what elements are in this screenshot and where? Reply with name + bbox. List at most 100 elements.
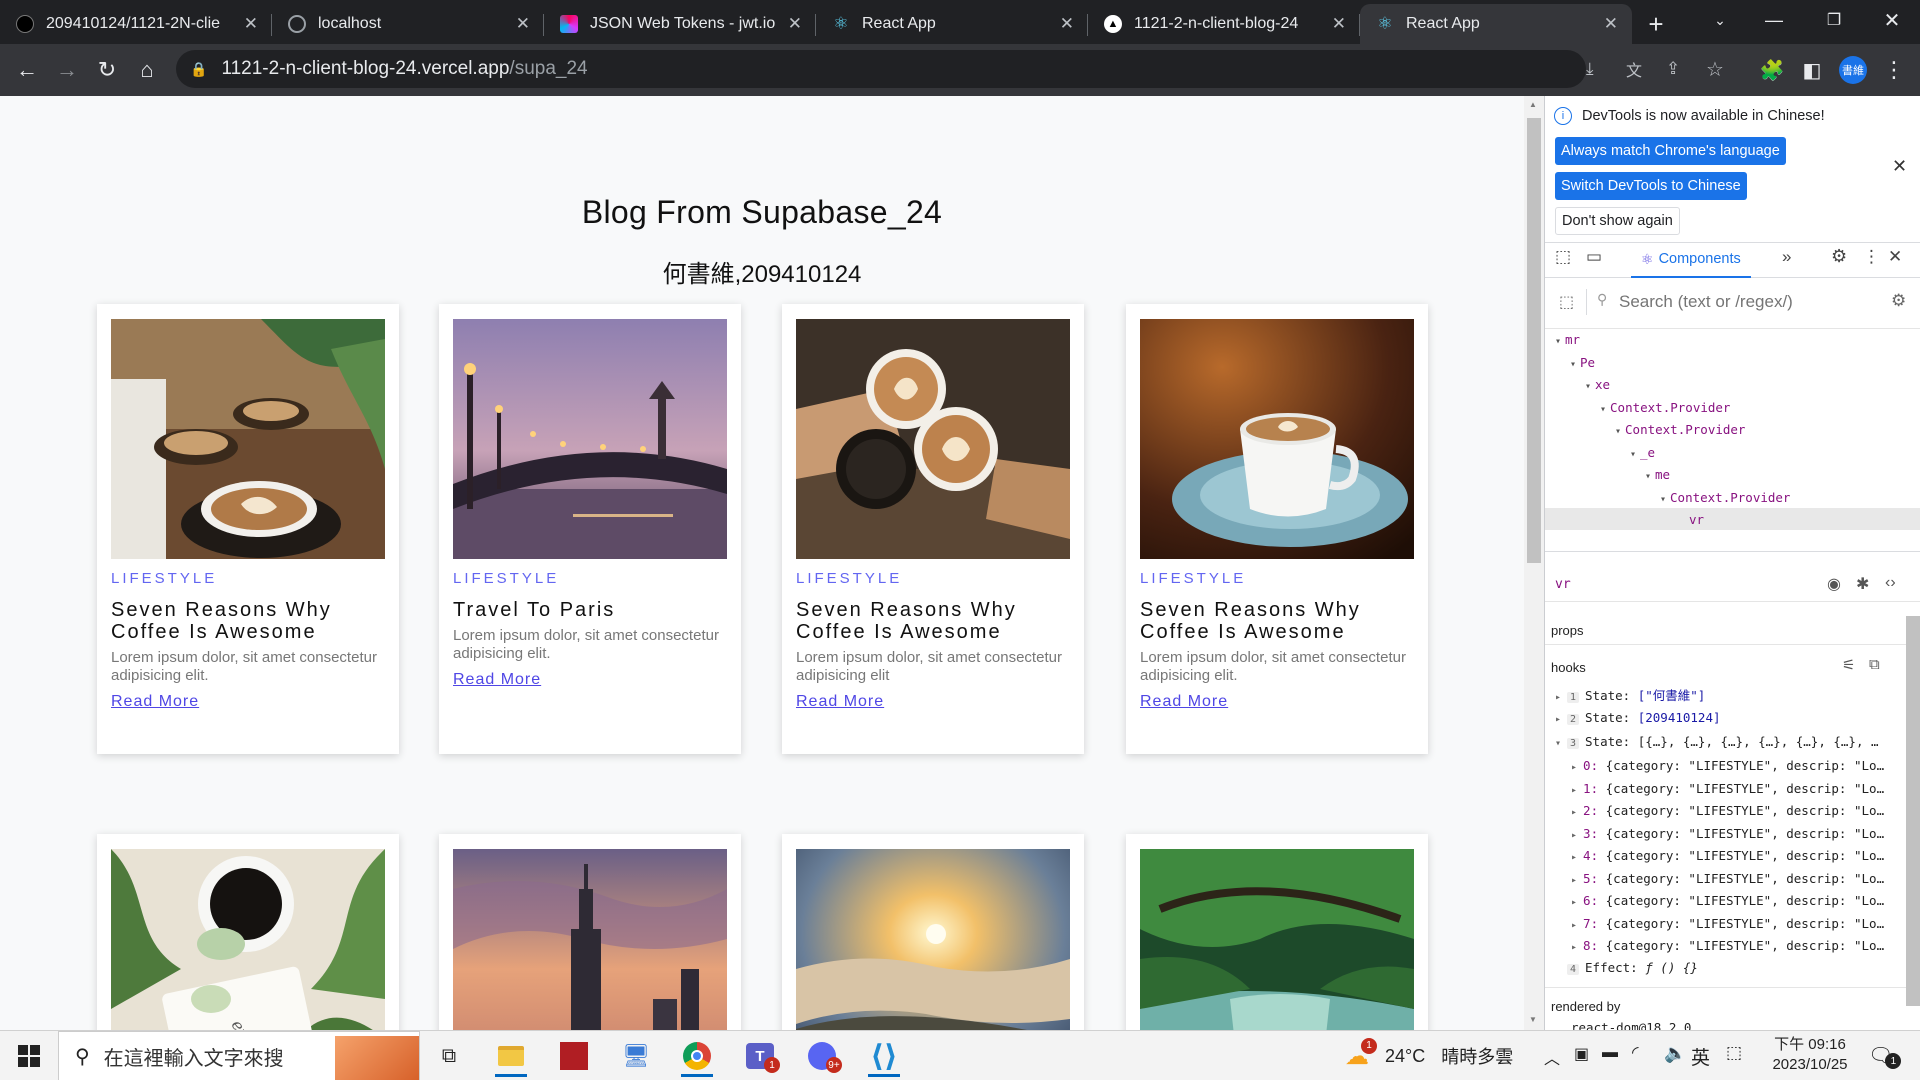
install-app-icon[interactable]: ⤓ — [1586, 59, 1594, 79]
ime-indicator[interactable]: 英 — [1691, 1043, 1710, 1070]
vscode-icon[interactable]: ⟨⟩ — [860, 1035, 908, 1077]
state-array-item[interactable]: ▸ 6: {category: "LIFESTYLE", descrip: "L… — [1571, 893, 1884, 908]
task-view-icon[interactable]: ⧉ — [425, 1035, 473, 1077]
tree-node[interactable]: ▾ Context.Provider — [1615, 422, 1745, 437]
teams-icon[interactable]: T1 — [736, 1035, 784, 1077]
new-tab-button[interactable]: + — [1636, 4, 1676, 44]
show-hidden-icons-chevron[interactable]: ︿ — [1544, 1045, 1560, 1069]
state-array-item[interactable]: ▸ 8: {category: "LIFESTYLE", descrip: "L… — [1571, 938, 1884, 953]
copy-icon[interactable]: ⧉ — [1869, 656, 1880, 673]
chrome-icon[interactable] — [673, 1035, 721, 1077]
device-toolbar-icon[interactable]: ▭ — [1586, 247, 1602, 267]
state-array-item[interactable]: ▸ 3: {category: "LIFESTYLE", descrip: "L… — [1571, 826, 1884, 841]
close-tab-icon[interactable]: ✕ — [1060, 14, 1074, 34]
inspect-element-icon[interactable]: ⬚ — [1555, 247, 1571, 267]
view-source-icon[interactable]: ‹› — [1885, 574, 1896, 592]
match-language-button[interactable]: Always match Chrome's language — [1555, 137, 1786, 165]
close-tab-icon[interactable]: ✕ — [788, 14, 802, 34]
hook-row[interactable]: 4 Effect: ƒ () {} — [1555, 960, 1698, 975]
tab-github[interactable]: 209410124/1121-2N-clie ✕ — [0, 4, 272, 44]
read-more-link[interactable]: Read More — [111, 693, 199, 711]
scroll-up-arrow[interactable]: ▲ — [1529, 100, 1537, 109]
select-component-icon[interactable]: ⬚ — [1559, 292, 1574, 312]
tab-vercel[interactable]: ▲ 1121-2-n-client-blog-24 ✕ — [1088, 4, 1360, 44]
read-more-link[interactable]: Read More — [453, 671, 541, 689]
computer-icon[interactable]: 🖥 — [612, 1035, 660, 1077]
battery-icon[interactable]: ▬ — [1602, 1044, 1618, 1062]
tree-node[interactable]: ▾ Pe — [1570, 355, 1595, 370]
volume-icon[interactable]: 🔈 — [1664, 1043, 1686, 1064]
close-devtools-icon[interactable]: ✕ — [1888, 247, 1902, 267]
tree-node[interactable]: ▾ _e — [1630, 445, 1655, 460]
weather-widget[interactable]: ☁ 1 24°C 晴時多雲 — [1345, 1031, 1513, 1080]
switch-language-button[interactable]: Switch DevTools to Chinese — [1555, 172, 1747, 200]
devtools-menu-icon[interactable]: ⋮ — [1863, 247, 1880, 267]
scroll-down-arrow[interactable]: ▼ — [1529, 1015, 1537, 1024]
tree-node[interactable]: ▾ Context.Provider — [1600, 400, 1730, 415]
dont-show-again-button[interactable]: Don't show again — [1555, 207, 1680, 235]
state-array-item[interactable]: ▸ 7: {category: "LIFESTYLE", descrip: "L… — [1571, 916, 1884, 931]
forward-button[interactable]: → — [47, 50, 87, 90]
maximize-button[interactable]: ❐ — [1806, 0, 1862, 40]
windows-start-icon[interactable] — [18, 1045, 40, 1067]
state-array-item[interactable]: ▸ 0: {category: "LIFESTYLE", descrip: "L… — [1571, 758, 1884, 773]
tree-node[interactable]: ▾ Context.Provider — [1660, 490, 1790, 505]
tree-node[interactable]: ▾ xe — [1585, 377, 1610, 392]
devtools-settings-icon[interactable]: ⚙ — [1831, 246, 1847, 267]
state-array-item[interactable]: ▸ 4: {category: "LIFESTYLE", descrip: "L… — [1571, 848, 1884, 863]
side-panel-icon[interactable]: ◧ — [1792, 50, 1832, 90]
state-array-item[interactable]: ▸ 2: {category: "LIFESTYLE", descrip: "L… — [1571, 803, 1884, 818]
meet-now-icon[interactable]: ▣ — [1574, 1044, 1589, 1064]
read-more-link[interactable]: Read More — [796, 693, 884, 711]
close-tab-icon[interactable]: ✕ — [244, 14, 258, 34]
browser-menu-icon[interactable]: ⋮ — [1874, 50, 1914, 90]
page-scrollbar-thumb[interactable] — [1527, 118, 1541, 563]
ime-mode-icon[interactable]: ⬚ — [1726, 1043, 1742, 1063]
hook-row[interactable]: ▸ 2 State: [209410124] — [1555, 710, 1721, 725]
tab-jwt[interactable]: JSON Web Tokens - jwt.io ✕ — [544, 4, 816, 44]
debug-bug-icon[interactable]: ✱ — [1856, 574, 1869, 594]
close-tab-icon[interactable]: ✕ — [516, 14, 530, 34]
tree-node[interactable]: ▾ me — [1645, 467, 1670, 482]
close-tab-icon[interactable]: ✕ — [1604, 14, 1618, 34]
reload-button[interactable]: ↻ — [87, 50, 127, 90]
share-icon[interactable]: ⇪ — [1666, 59, 1680, 79]
minimize-button[interactable]: — — [1746, 0, 1802, 40]
notification-icon[interactable]: 🗨 1 — [1868, 1043, 1902, 1069]
vscode-logo: ⟨⟩ — [870, 1039, 898, 1073]
state-array-item[interactable]: ▸ 5: {category: "LIFESTYLE", descrip: "L… — [1571, 871, 1884, 886]
tab-search-icon[interactable]: ⌄ — [1692, 0, 1748, 40]
app-red-icon[interactable] — [550, 1035, 598, 1077]
file-explorer-icon[interactable] — [487, 1035, 535, 1077]
address-bar[interactable]: 🔒 1121-2-n-client-blog-24.vercel.app/sup… — [176, 50, 1724, 88]
taskbar-search-box[interactable]: ⚲ 在這裡輸入文字來搜 — [58, 1031, 420, 1080]
more-tabs-icon[interactable]: » — [1782, 247, 1791, 267]
state-array-item[interactable]: ▸ 1: {category: "LIFESTYLE", descrip: "L… — [1571, 781, 1884, 796]
component-settings-icon[interactable]: ⚙ — [1891, 291, 1906, 311]
read-more-link[interactable]: Read More — [1140, 693, 1228, 711]
tab-react-app-active[interactable]: ⚛ React App ✕ — [1360, 4, 1632, 44]
profile-avatar[interactable]: 書維 — [1839, 56, 1867, 84]
bookmark-star-icon[interactable]: ☆ — [1706, 57, 1724, 82]
hook-row[interactable]: ▾ 3 State: [{…}, {…}, {…}, {…}, {…}, {…}, … — [1555, 734, 1879, 749]
tab-components[interactable]: ⚛ Components — [1631, 242, 1751, 278]
extensions-icon[interactable]: 🧩 — [1752, 50, 1792, 90]
wifi-icon[interactable]: ◜ — [1632, 1043, 1639, 1063]
back-button[interactable]: ← — [7, 50, 47, 90]
close-window-button[interactable]: ✕ — [1864, 0, 1920, 40]
close-banner-icon[interactable]: ✕ — [1892, 156, 1907, 177]
close-tab-icon[interactable]: ✕ — [1332, 14, 1346, 34]
tab-localhost[interactable]: localhost ✕ — [272, 4, 544, 44]
parse-hook-names-icon[interactable]: ⚟ — [1842, 656, 1855, 674]
inspect-dom-eye-icon[interactable]: ◉ — [1827, 574, 1841, 594]
component-search-input[interactable] — [1619, 288, 1849, 316]
clock[interactable]: 下午 09:16 2023/10/25 — [1762, 1035, 1858, 1075]
inspector-scrollbar[interactable] — [1906, 616, 1920, 1006]
tree-node[interactable]: ▾ mr — [1555, 332, 1580, 347]
hook-row[interactable]: ▸ 1 State: ["何書維"] — [1555, 685, 1705, 704]
discord-icon[interactable]: 9+ — [798, 1035, 846, 1077]
tab-react-app-1[interactable]: ⚛ React App ✕ — [816, 4, 1088, 44]
home-button[interactable]: ⌂ — [127, 50, 167, 90]
translate-icon[interactable]: 文 — [1626, 57, 1642, 81]
tree-node-selected[interactable] — [1545, 508, 1920, 530]
